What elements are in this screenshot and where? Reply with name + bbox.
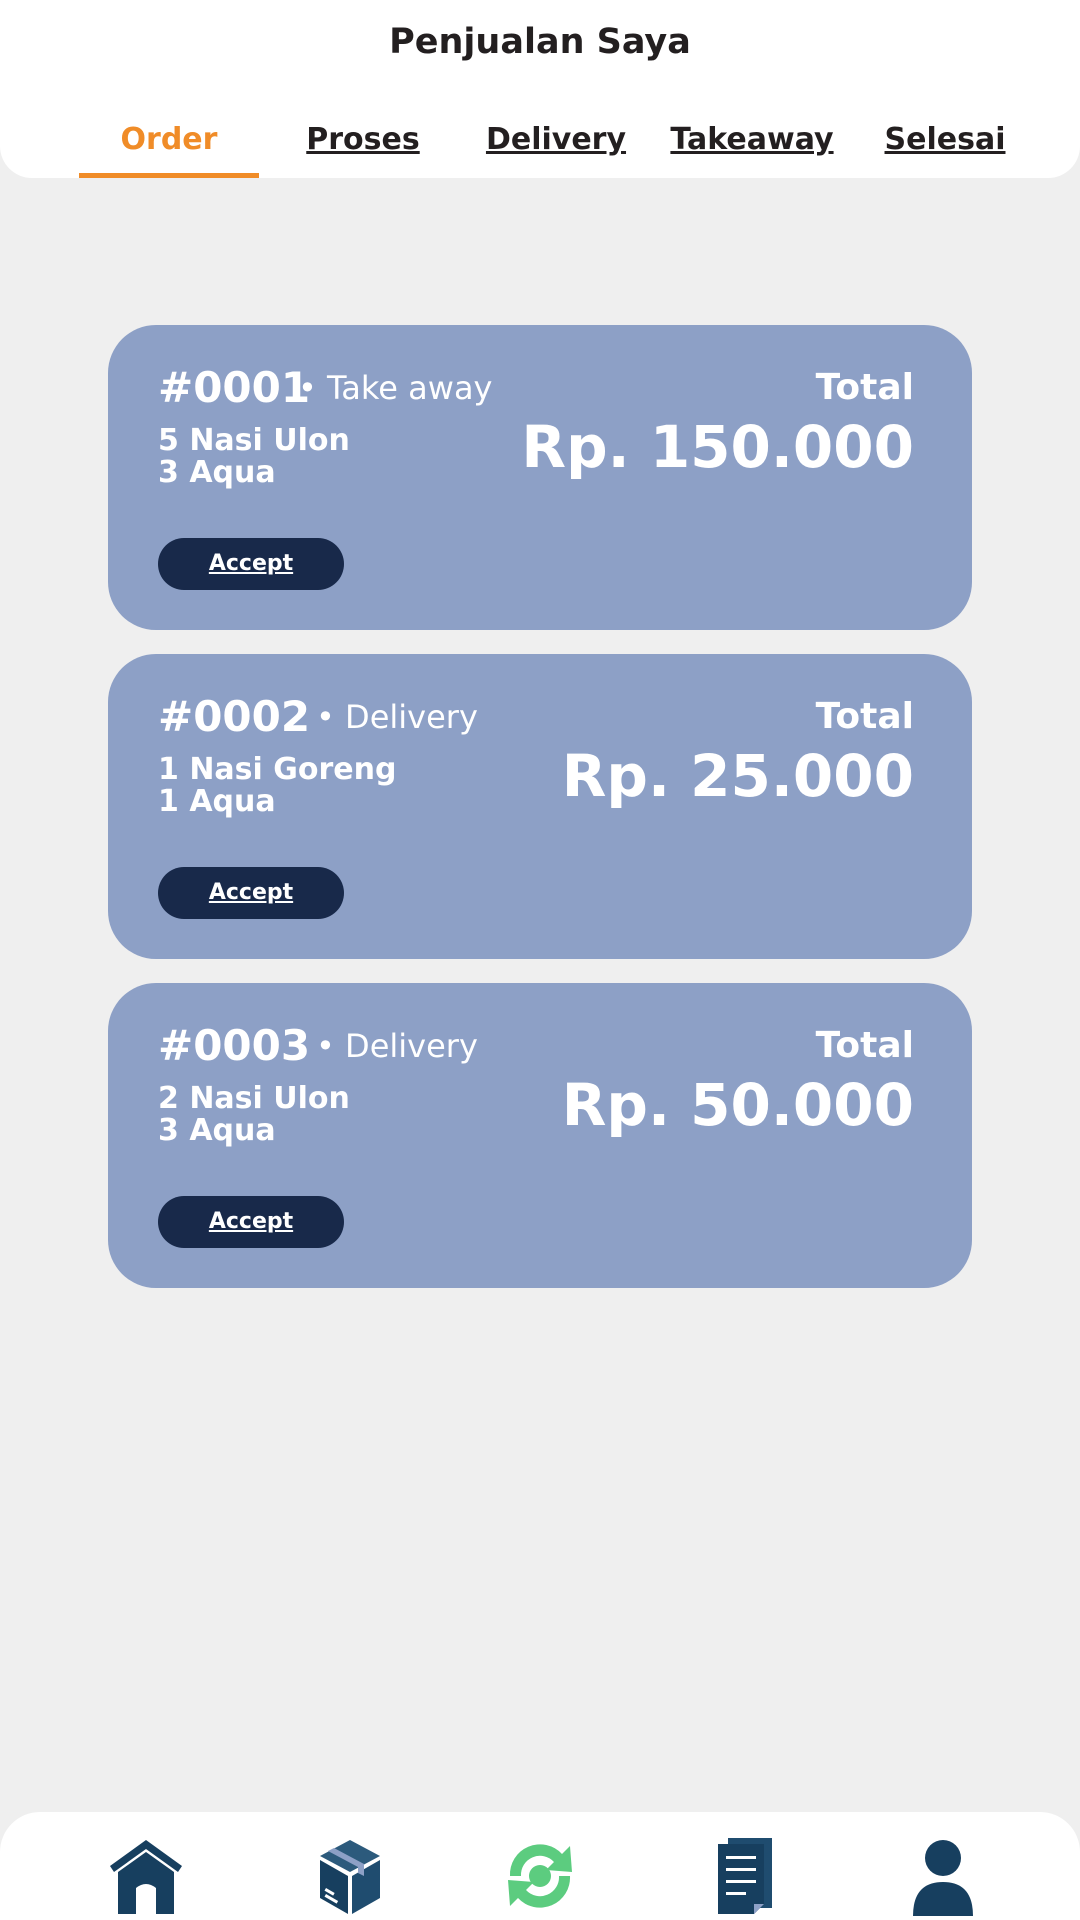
order-item: 3 Aqua	[158, 1113, 276, 1148]
order-items: 1 Nasi Goreng 1 Aqua	[158, 754, 396, 818]
header: Penjualan Saya Order Proses Delivery Tak…	[0, 0, 1080, 178]
order-card: #0003 • Delivery 2 Nasi Ulon 3 Aqua Tota…	[108, 983, 972, 1288]
tab-proses[interactable]: Proses	[283, 122, 443, 168]
order-id: #0001	[158, 363, 311, 412]
tab-delivery[interactable]: Delivery	[474, 122, 638, 168]
order-id: #0002	[158, 692, 311, 741]
order-id: #0003	[158, 1021, 311, 1070]
order-type: • Delivery	[316, 698, 478, 736]
box-icon	[320, 1840, 380, 1914]
profile-icon	[913, 1840, 973, 1916]
active-tab-indicator	[79, 173, 259, 178]
nav-reports[interactable]	[704, 1836, 784, 1916]
page-title: Penjualan Saya	[389, 22, 691, 62]
order-item: 1 Aqua	[158, 784, 276, 819]
total-label: Total	[815, 367, 914, 408]
order-card: #0002 • Delivery 1 Nasi Goreng 1 Aqua To…	[108, 654, 972, 959]
order-item: 2 Nasi Ulon	[158, 1081, 350, 1116]
sync-icon	[508, 1844, 572, 1908]
total-value: Rp. 25.000	[561, 742, 914, 810]
order-items: 2 Nasi Ulon 3 Aqua	[158, 1083, 350, 1147]
total-value: Rp. 50.000	[561, 1071, 914, 1139]
accept-button[interactable]: Accept	[158, 538, 344, 590]
home-icon	[110, 1840, 182, 1914]
total-label: Total	[815, 696, 914, 737]
total-label: Total	[815, 1025, 914, 1066]
tab-order[interactable]: Order	[79, 122, 259, 168]
order-items: 5 Nasi Ulon 3 Aqua	[158, 425, 350, 489]
tab-takeaway[interactable]: Takeaway	[664, 122, 840, 168]
document-icon	[718, 1838, 772, 1914]
order-item: 1 Nasi Goreng	[158, 752, 397, 787]
accept-button[interactable]: Accept	[158, 1196, 344, 1248]
tab-selesai[interactable]: Selesai	[872, 122, 1018, 168]
order-type: • Take away	[298, 369, 493, 407]
bottom-nav	[0, 1812, 1080, 1920]
order-card: #0001 • Take away 5 Nasi Ulon 3 Aqua Tot…	[108, 325, 972, 630]
nav-orders[interactable]	[500, 1836, 580, 1916]
accept-button[interactable]: Accept	[158, 867, 344, 919]
total-value: Rp. 150.000	[521, 413, 914, 481]
nav-products[interactable]	[310, 1836, 390, 1916]
nav-profile[interactable]	[903, 1836, 983, 1916]
order-type: • Delivery	[316, 1027, 478, 1065]
order-item: 5 Nasi Ulon	[158, 423, 350, 458]
nav-home[interactable]	[106, 1836, 186, 1916]
order-item: 3 Aqua	[158, 455, 276, 490]
